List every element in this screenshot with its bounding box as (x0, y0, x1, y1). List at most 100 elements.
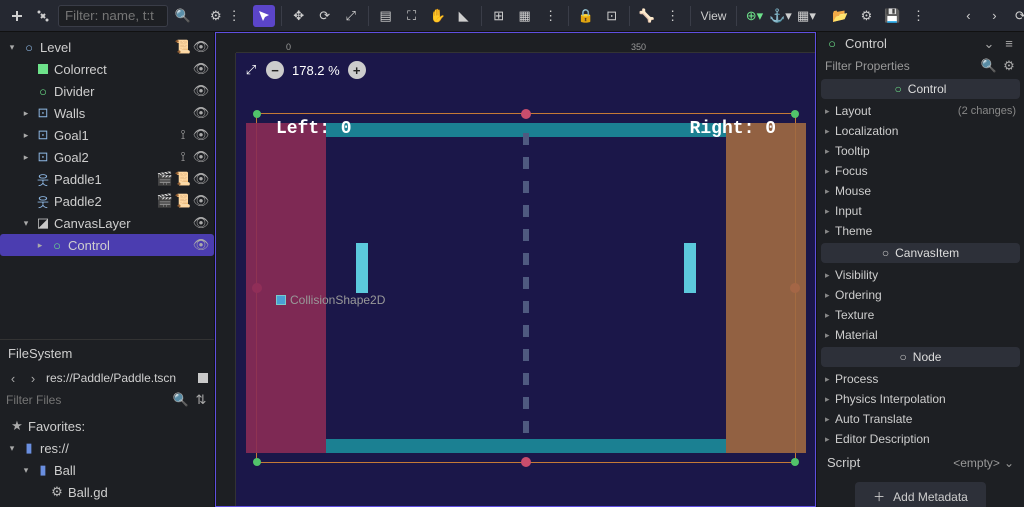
property-editor-description[interactable]: ▸Editor Description (817, 429, 1024, 449)
fs-path[interactable]: res://Paddle/Paddle.tscn (46, 371, 192, 385)
fs-filter-input[interactable] (6, 393, 168, 407)
visibility-icon[interactable]: 👁 (194, 216, 208, 230)
expand-chevron-icon[interactable]: ▸ (20, 152, 32, 163)
object-dropdown-icon[interactable]: ⌄ (982, 37, 996, 51)
load-resource-button[interactable]: 📂 (829, 5, 851, 27)
tree-node-goal2[interactable]: ▸⊡Goal2⟟👁 (0, 146, 214, 168)
fs-node-res[interactable]: ▾▮res:// (0, 437, 214, 459)
viewport[interactable]: 0 350 ⤢ − 178.2 % + (215, 32, 816, 507)
zoom-fit-icon[interactable]: ⤢ (244, 63, 258, 77)
property-mouse[interactable]: ▸Mouse (817, 181, 1024, 201)
rotate-tool-button[interactable]: ⟳ (314, 5, 336, 27)
fs-back-button[interactable]: ‹ (6, 371, 20, 385)
lock-button[interactable]: 🔒 (575, 5, 597, 27)
tree-node-paddle1[interactable]: 웃Paddle1🎬📜👁 (0, 168, 214, 190)
property-theme[interactable]: ▸Theme (817, 221, 1024, 241)
expand-chevron-icon[interactable]: ▾ (6, 42, 18, 53)
snap-options-button[interactable]: ⋮ (540, 5, 562, 27)
signal-icon[interactable]: ⟟ (176, 150, 190, 164)
visibility-icon[interactable]: 👁 (194, 62, 208, 76)
section-header-canvasitem[interactable]: ○CanvasItem (821, 243, 1020, 263)
property-focus[interactable]: ▸Focus (817, 161, 1024, 181)
grid-snap-button[interactable]: ▦ (514, 5, 536, 27)
tree-node-colorrect[interactable]: Colorrect👁 (0, 58, 214, 80)
inspector-more-button[interactable]: ⋮ (907, 5, 929, 27)
fs-node-ballgd[interactable]: ⚙Ball.gd (0, 481, 214, 503)
node-more-button[interactable]: ⋮ (228, 5, 241, 27)
clapper-icon[interactable]: 🎬 (158, 194, 172, 208)
tree-node-walls[interactable]: ▸⊡Walls👁 (0, 102, 214, 124)
visibility-icon[interactable]: 👁 (194, 172, 208, 186)
zoom-in-button[interactable]: + (348, 61, 366, 79)
expand-chevron-icon[interactable]: ▾ (20, 218, 32, 229)
script-icon[interactable]: 📜 (176, 194, 190, 208)
smart-snap-button[interactable]: ⊞ (488, 5, 510, 27)
visibility-icon[interactable]: 👁 (194, 150, 208, 164)
scene-filter-input[interactable] (58, 5, 168, 27)
list-select-button[interactable]: ▤ (375, 5, 397, 27)
signal-icon[interactable]: ⟟ (176, 128, 190, 142)
property-tooltip[interactable]: ▸Tooltip (817, 141, 1024, 161)
property-process[interactable]: ▸Process (817, 369, 1024, 389)
zoom-level-label[interactable]: 178.2 % (292, 63, 340, 78)
fs-search-icon[interactable]: 🔍 (174, 393, 188, 407)
grid-options-button[interactable]: ▦▾ (795, 5, 817, 27)
fs-forward-button[interactable]: › (26, 371, 40, 385)
inspector-settings-icon[interactable]: ⚙ (1002, 59, 1016, 73)
expand-chevron-icon[interactable]: ▾ (20, 465, 32, 476)
property-material[interactable]: ▸Material (817, 325, 1024, 345)
property-layout[interactable]: ▸Layout(2 changes) (817, 101, 1024, 121)
add-node-button[interactable] (6, 5, 28, 27)
clapper-icon[interactable]: 🎬 (158, 172, 172, 186)
fs-view-toggle[interactable] (198, 373, 208, 383)
visibility-icon[interactable]: 👁 (194, 128, 208, 142)
node-dock-settings-button[interactable]: ⚙ (855, 5, 877, 27)
ruler-tool-button[interactable]: ◣ (453, 5, 475, 27)
inspector-search-icon[interactable]: 🔍 (982, 59, 996, 73)
group-button[interactable]: ⊡ (601, 5, 623, 27)
scene-filter-search-icon[interactable]: 🔍 (172, 5, 194, 27)
visibility-icon[interactable]: 👁 (194, 194, 208, 208)
visibility-icon[interactable]: 👁 (194, 106, 208, 120)
tree-node-control[interactable]: ▸○Control👁 (0, 234, 214, 256)
expand-chevron-icon[interactable]: ▸ (20, 130, 32, 141)
zoom-out-button[interactable]: − (266, 61, 284, 79)
script-property-value[interactable]: <empty> ⌄ (953, 456, 1014, 470)
visibility-icon[interactable]: 👁 (194, 84, 208, 98)
tree-node-goal1[interactable]: ▸⊡Goal1⟟👁 (0, 124, 214, 146)
script-icon[interactable]: 📜 (176, 40, 190, 54)
property-auto-translate[interactable]: ▸Auto Translate (817, 409, 1024, 429)
visibility-icon[interactable]: 👁 (194, 238, 208, 252)
section-header-node[interactable]: ○Node (821, 347, 1020, 367)
anchor-preset-button[interactable]: ⚓▾ (769, 5, 791, 27)
filesystem-tree[interactable]: ★Favorites:▾▮res://▾▮Ball⚙Ball.gd (0, 411, 214, 507)
node-config-icon[interactable]: ⚙ (210, 5, 222, 27)
fs-node-ball[interactable]: ▾▮Ball (0, 459, 214, 481)
property-visibility[interactable]: ▸Visibility (817, 265, 1024, 285)
scene-tree[interactable]: ▾○Level📜👁Colorrect👁○Divider👁▸⊡Walls👁▸⊡Go… (0, 32, 214, 339)
select-tool-button[interactable] (253, 5, 275, 27)
pivot-tool-button[interactable]: ⛶ (401, 5, 423, 27)
save-resource-button[interactable]: 💾 (881, 5, 903, 27)
property-ordering[interactable]: ▸Ordering (817, 285, 1024, 305)
property-texture[interactable]: ▸Texture (817, 305, 1024, 325)
section-header-control[interactable]: ○Control (821, 79, 1020, 99)
visibility-icon[interactable]: 👁 (194, 40, 208, 54)
add-metadata-button[interactable]: ＋ Add Metadata (855, 482, 986, 507)
history-back-button[interactable]: ‹ (957, 5, 979, 27)
skeleton-options-button[interactable]: ⋮ (662, 5, 684, 27)
pan-tool-button[interactable]: ✋ (427, 5, 449, 27)
favorites-row[interactable]: ★Favorites: (0, 415, 214, 437)
fs-sort-icon[interactable]: ⇅ (194, 393, 208, 407)
property-physics-interpolation[interactable]: ▸Physics Interpolation (817, 389, 1024, 409)
tree-node-level[interactable]: ▾○Level📜👁 (0, 36, 214, 58)
script-icon[interactable]: 📜 (176, 172, 190, 186)
expand-chevron-icon[interactable]: ▾ (6, 443, 18, 454)
history-forward-button[interactable]: › (983, 5, 1005, 27)
tree-node-paddle2[interactable]: 웃Paddle2🎬📜👁 (0, 190, 214, 212)
tree-node-divider[interactable]: ○Divider👁 (0, 80, 214, 102)
view-menu-button[interactable]: View (697, 9, 731, 23)
tree-node-canvaslayer[interactable]: ▾◪CanvasLayer👁 (0, 212, 214, 234)
scale-tool-button[interactable]: ⤢ (340, 5, 362, 27)
property-localization[interactable]: ▸Localization (817, 121, 1024, 141)
